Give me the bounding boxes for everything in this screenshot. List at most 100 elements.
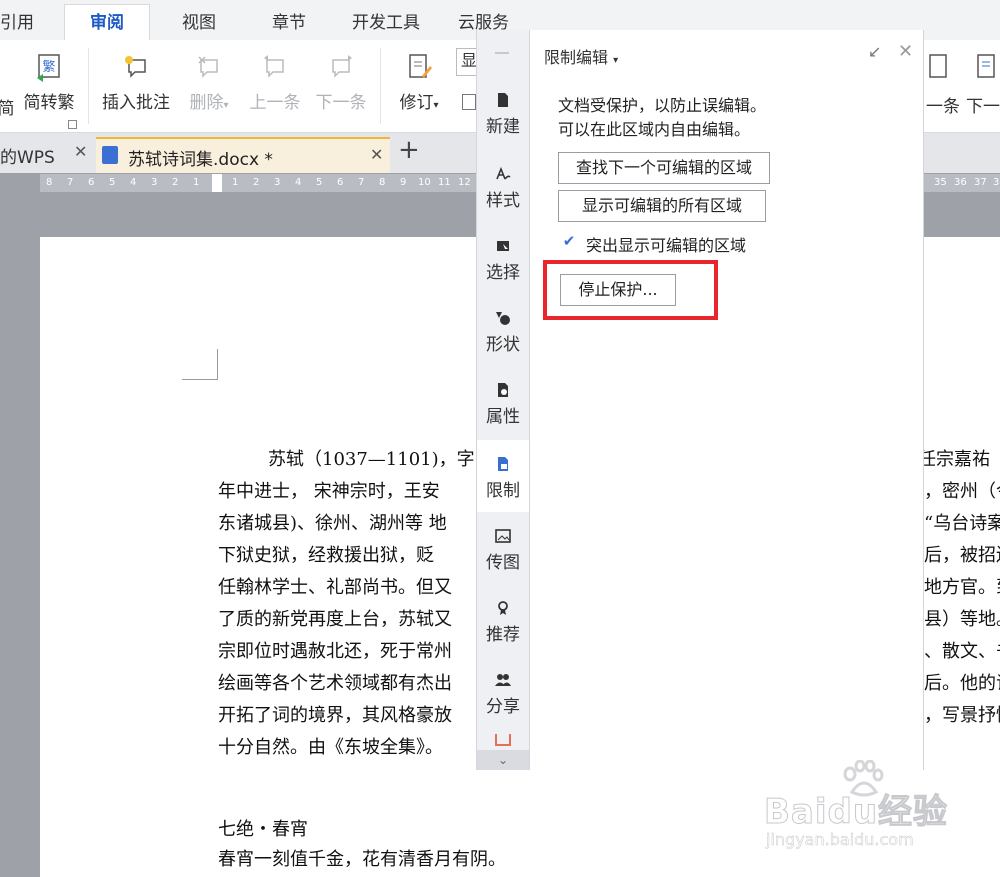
sidebar-item-styles[interactable]: 样式 [477, 166, 529, 226]
panel-title-dropdown-icon[interactable]: ▾ [613, 55, 618, 66]
paragraph-line: 年中进士， 宋神宗时，王安 [218, 481, 440, 502]
sidebar-item-upload-image[interactable]: 传图 [477, 528, 529, 588]
svg-text:繁: 繁 [42, 59, 55, 75]
poem-line: 春宵一刻值千金，花有清香月有阴。 [218, 849, 506, 870]
comment-delete-icon [194, 52, 224, 82]
select-cursor-icon [495, 238, 511, 254]
sidebar-item-label: 分享 [486, 697, 520, 717]
paragraph-line: 十分自然。由《东坡全集》。 [218, 737, 443, 758]
track-changes-button[interactable]: 修订▾ [390, 52, 448, 113]
delete-comment-label: 删除 [189, 93, 224, 113]
new-tab-icon[interactable]: + [398, 135, 420, 165]
paragraph-line: 绘画等各个艺术领域都有杰出 [218, 673, 452, 694]
ruler-tick-label: 2 [253, 177, 260, 188]
sidebar-item-restrict[interactable]: 限制 [477, 440, 529, 512]
sidebar-item-label: 传图 [486, 553, 520, 573]
delete-comment-button[interactable]: 删除▾ [180, 52, 238, 113]
sidebar-item-new[interactable]: 新建 [477, 92, 529, 152]
find-next-editable-region-button[interactable]: 查找下一个可编辑的区域 [558, 152, 770, 184]
task-pane-sidebar: 新建 样式 选择 形状 属性 限制 传图 推荐 分享 ⌄ [476, 30, 530, 770]
ruler-tick-label: 3 [993, 177, 1000, 188]
highlight-annotation-box [543, 260, 718, 320]
ruler-tick-label: 2 [172, 177, 179, 188]
tab-developer-tools[interactable]: 开发工具 [352, 8, 420, 33]
ruler-tick-label: 4 [295, 177, 302, 188]
paragraph-line: 苏轼（1037—1101)，字 [268, 449, 475, 470]
paragraph-line-tail: 、散文、书法 [924, 641, 1000, 662]
ruler-tick-label: 8 [46, 177, 53, 188]
sidebar-item-label: 推荐 [486, 625, 520, 645]
dock-arrow-icon[interactable]: ↙ [868, 42, 881, 61]
indent-marker-icon[interactable] [212, 174, 222, 192]
paragraph-line: 任翰林学士、礼部尚书。但又 [218, 577, 452, 598]
grip-handle[interactable] [495, 52, 509, 54]
panel-title-label: 限制编辑 [544, 48, 609, 67]
insert-comment-label: 插入批注 [102, 93, 170, 113]
sidebar-item-label: 形状 [486, 335, 520, 355]
ruler-tick-label: 11 [438, 177, 451, 188]
tab-review[interactable]: 审阅 [64, 4, 150, 42]
panel-title[interactable]: 限制编辑 ▾ [544, 44, 618, 68]
prev-change-label-partial: 一条 [926, 97, 960, 117]
tab-chapter[interactable]: 章节 [272, 8, 306, 33]
ruler-tick-label: 35 [934, 177, 947, 188]
highlight-checkbox[interactable]: ✔ [560, 232, 578, 250]
accept-prev-button-partial[interactable] [924, 52, 952, 88]
baidu-jingyan-watermark: Baidu经验 jingyan.baidu.com [760, 759, 1000, 860]
tab-view[interactable]: 视图 [182, 8, 216, 33]
ruler-tick-label: 37 [974, 177, 987, 188]
ribbon-separator [88, 48, 89, 124]
ruler-tick-label: 6 [88, 177, 95, 188]
new-document-icon [495, 92, 511, 108]
ruler-tick-label: 12 [458, 177, 471, 188]
image-upload-icon [495, 528, 511, 544]
word-document-icon [102, 146, 118, 164]
track-changes-icon [404, 52, 434, 82]
document-small-icon [462, 94, 476, 110]
delete-dropdown-icon[interactable]: ▾ [223, 100, 228, 111]
doc-tab-title: 苏轼诗词集.docx * [128, 150, 273, 170]
close-panel-icon[interactable]: ✕ [898, 41, 913, 62]
sidebar-item-select[interactable]: 选择 [477, 238, 529, 298]
highlight-checkbox-label: 突出显示可编辑的区域 [586, 236, 747, 255]
ruler-tick-label: 1 [232, 177, 239, 188]
ruler-tick-label: 8 [379, 177, 386, 188]
next-change-button-partial[interactable] [966, 52, 1000, 88]
previous-comment-button[interactable]: 上一条 [246, 52, 304, 113]
sidebar-item-label: 样式 [486, 191, 520, 211]
doc-tab-wps-label[interactable]: 的WPS [0, 143, 55, 168]
sidebar-item-properties[interactable]: 属性 [477, 382, 529, 442]
doc-tab-active[interactable]: 苏轼诗词集.docx * ✕ [96, 137, 390, 173]
ruler-tick-label: 3 [274, 177, 281, 188]
next-comment-button[interactable]: 下一条 [312, 52, 370, 113]
ribbon-separator [380, 48, 381, 124]
margin-corner-mark [182, 349, 218, 380]
sidebar-item-share[interactable]: 分享 [477, 672, 529, 732]
paragraph-line-tail: “乌台诗案” [924, 513, 1000, 534]
paragraph-line-tail: 后。他的词 [924, 673, 1000, 694]
track-changes-dropdown-icon[interactable]: ▾ [433, 100, 438, 111]
close-tab-icon[interactable]: ✕ [74, 142, 87, 161]
insert-comment-button[interactable]: 插入批注 [98, 52, 174, 113]
scroll-down-chevron-icon[interactable]: ⌄ [477, 750, 529, 770]
simplified-to-traditional-button[interactable]: 繁 简转繁 [18, 52, 80, 113]
paragraph-line-tail: 地方官。到 [924, 577, 1000, 598]
sidebar-item-shapes[interactable]: 形状 [477, 310, 529, 370]
simplify-button-partial[interactable]: 简 [0, 94, 16, 119]
simplified-to-traditional-label: 简转繁 [23, 93, 75, 113]
next-comment-icon [326, 52, 356, 82]
more-tools-icon[interactable] [495, 734, 511, 746]
close-tab-icon[interactable]: ✕ [370, 145, 383, 164]
show-all-editable-regions-button[interactable]: 显示可编辑的所有区域 [558, 190, 766, 222]
group-launcher-icon[interactable] [68, 120, 77, 129]
paragraph-line: 下狱史狱，经救援出狱，贬 [218, 545, 434, 566]
shapes-icon [495, 310, 511, 326]
lock-document-icon [495, 456, 511, 472]
paragraph-line-tail: 后，被招还 [924, 545, 1000, 566]
previous-comment-icon [260, 52, 290, 82]
next-change-icon [974, 52, 998, 82]
previous-comment-label: 上一条 [249, 93, 301, 113]
tab-references[interactable]: 引用 [0, 8, 34, 33]
sidebar-item-recommend[interactable]: 推荐 [477, 600, 529, 660]
ruler-tick-label: 6 [337, 177, 344, 188]
